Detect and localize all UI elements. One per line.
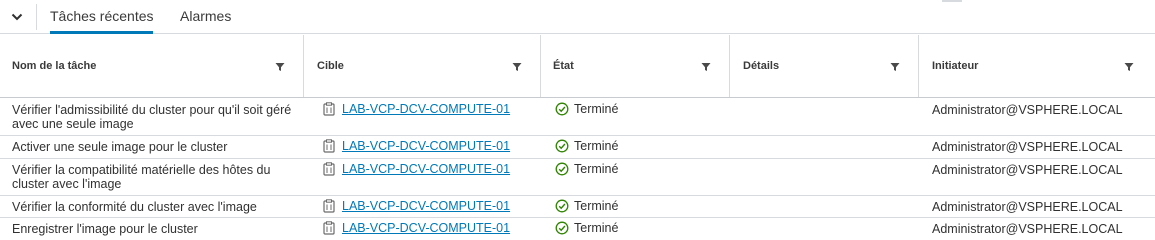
table-row[interactable]: Enregistrer l'image pour le cluster LAB-… <box>0 218 1155 240</box>
table-row[interactable]: Vérifier la conformité du cluster avec l… <box>0 196 1155 218</box>
cluster-icon <box>323 221 335 235</box>
task-state: Terminé <box>555 102 618 116</box>
task-name: Vérifier la conformité du cluster avec l… <box>12 200 257 214</box>
state-label: Terminé <box>574 139 619 153</box>
state-label: Terminé <box>574 162 619 176</box>
filter-icon[interactable] <box>701 62 711 72</box>
check-circle-icon <box>555 221 569 235</box>
check-circle-icon <box>555 139 569 153</box>
task-state: Terminé <box>555 162 618 176</box>
check-circle-icon <box>555 199 569 213</box>
task-target: LAB-VCP-DCV-COMPUTE-01 <box>322 162 510 176</box>
cluster-icon <box>323 199 335 213</box>
task-target: LAB-VCP-DCV-COMPUTE-01 <box>322 199 510 213</box>
column-header-target[interactable]: Cible <box>305 35 540 97</box>
task-state: Terminé <box>555 199 618 213</box>
table-row[interactable]: Vérifier la compatibilité matérielle des… <box>0 159 1155 196</box>
cluster-icon <box>323 162 335 176</box>
task-initiator: Administrator@VSPHERE.LOCAL <box>932 140 1123 154</box>
column-header-label: État <box>553 60 574 72</box>
chevron-down-icon <box>11 13 23 20</box>
cluster-icon <box>323 139 335 153</box>
check-circle-icon <box>555 102 569 116</box>
task-initiator: Administrator@VSPHERE.LOCAL <box>932 163 1123 177</box>
column-resize-handle[interactable] <box>918 35 919 97</box>
task-name: Enregistrer l'image pour le cluster <box>12 222 198 236</box>
target-link[interactable]: LAB-VCP-DCV-COMPUTE-01 <box>342 199 510 213</box>
collapse-panel-button[interactable] <box>0 0 34 33</box>
task-state: Terminé <box>555 139 618 153</box>
filter-icon[interactable] <box>890 62 900 72</box>
task-name: Vérifier l'admissibilité du cluster pour… <box>12 103 292 131</box>
grid-header: Nom de la tâche Cible État Détails Initi… <box>0 35 1155 98</box>
divider <box>942 0 962 2</box>
task-initiator: Administrator@VSPHERE.LOCAL <box>932 103 1123 117</box>
task-target: LAB-VCP-DCV-COMPUTE-01 <box>322 102 510 116</box>
column-header-task-name[interactable]: Nom de la tâche <box>0 35 303 97</box>
target-link[interactable]: LAB-VCP-DCV-COMPUTE-01 <box>342 102 510 116</box>
task-state: Terminé <box>555 221 618 235</box>
table-row[interactable]: Activer une seule image pour le cluster … <box>0 136 1155 159</box>
column-resize-handle[interactable] <box>729 35 730 97</box>
state-label: Terminé <box>574 102 619 116</box>
bottom-panel-tabbar: Tâches récentes Alarmes <box>0 0 1155 34</box>
divider <box>36 4 37 30</box>
tab-recent-tasks[interactable]: Tâches récentes <box>50 0 154 34</box>
column-header-label: Détails <box>743 60 780 72</box>
table-row[interactable]: Vérifier l'admissibilité du cluster pour… <box>0 98 1155 136</box>
column-header-label: Nom de la tâche <box>12 60 97 72</box>
tab-alarms[interactable]: Alarmes <box>180 0 231 34</box>
column-header-label: Initiateur <box>932 60 979 72</box>
task-name: Activer une seule image pour le cluster <box>12 140 228 154</box>
target-link[interactable]: LAB-VCP-DCV-COMPUTE-01 <box>342 139 510 153</box>
check-circle-icon <box>555 162 569 176</box>
column-header-initiator[interactable]: Initiateur <box>920 35 1155 97</box>
cluster-icon <box>323 102 335 116</box>
column-resize-handle[interactable] <box>303 35 304 97</box>
state-label: Terminé <box>574 221 619 235</box>
target-link[interactable]: LAB-VCP-DCV-COMPUTE-01 <box>342 221 510 235</box>
state-label: Terminé <box>574 199 619 213</box>
task-initiator: Administrator@VSPHERE.LOCAL <box>932 200 1123 214</box>
task-target: LAB-VCP-DCV-COMPUTE-01 <box>322 221 510 235</box>
task-initiator: Administrator@VSPHERE.LOCAL <box>932 222 1123 236</box>
task-target: LAB-VCP-DCV-COMPUTE-01 <box>322 139 510 153</box>
column-header-label: Cible <box>317 60 344 72</box>
target-link[interactable]: LAB-VCP-DCV-COMPUTE-01 <box>342 162 510 176</box>
task-name: Vérifier la compatibilité matérielle des… <box>12 163 271 191</box>
filter-icon[interactable] <box>1124 62 1134 72</box>
filter-icon[interactable] <box>275 62 285 72</box>
filter-icon[interactable] <box>512 62 522 72</box>
